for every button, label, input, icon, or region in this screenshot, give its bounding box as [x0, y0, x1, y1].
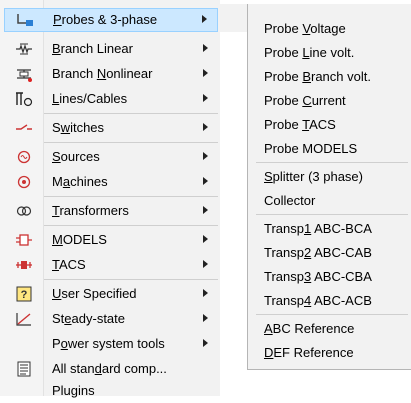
main-context-menu: Probes & 3-phase Branch Linear Branch No…: [0, 0, 220, 398]
submenu-arrow-icon: [203, 339, 208, 347]
transformer-icon: [14, 201, 34, 221]
menu-item-probes-3-phase[interactable]: Probes & 3-phase: [4, 8, 218, 32]
menu-separator: [44, 113, 218, 114]
menu-separator: [44, 225, 218, 226]
submenu-item-label: Probe Current: [264, 93, 346, 108]
submenu-arrow-icon: [202, 15, 207, 23]
svg-text:?: ?: [21, 289, 28, 301]
user-specified-icon: ?: [14, 284, 34, 304]
menu-item-all-standard-components[interactable]: All standard comp...: [0, 357, 220, 381]
submenu-arrow-icon: [203, 206, 208, 214]
menu-item-label: Power system tools: [52, 336, 165, 351]
submenu-arrow-icon: [203, 289, 208, 297]
menu-item-label: User Specified: [52, 286, 137, 301]
submenu-arrow-icon: [203, 44, 208, 52]
menu-item-label: Plugins: [52, 383, 95, 398]
submenu-item-label: Transp4 ABC-ACB: [264, 293, 372, 308]
lines-cables-icon: [14, 89, 34, 109]
submenu-item-transp3[interactable]: Transp3 ABC-CBA: [248, 265, 411, 289]
menu-separator: [44, 279, 218, 280]
submenu-arrow-icon: [203, 152, 208, 160]
submenu-item-label: Probe MODELS: [264, 141, 358, 156]
submenu-item-transp2[interactable]: Transp2 ABC-CAB: [248, 241, 411, 265]
menu-separator: [44, 142, 218, 143]
menu-item-label: MODELS: [52, 232, 107, 247]
submenu-item-label: ABC Reference: [264, 321, 355, 336]
menu-item-label: Switches: [52, 120, 105, 135]
submenu-item-transp4[interactable]: Transp4 ABC-ACB: [248, 289, 411, 313]
submenu-item-probe-line-volt[interactable]: Probe Line volt.: [248, 41, 411, 65]
all-components-icon: [14, 359, 34, 379]
menu-item-tacs[interactable]: TACS: [0, 253, 220, 277]
switch-icon: [14, 118, 34, 138]
submenu-separator: [256, 162, 408, 163]
submenu-arrow-icon: [203, 314, 208, 322]
submenu-item-probe-voltage[interactable]: Probe Voltage: [248, 17, 411, 41]
tacs-icon: [14, 255, 34, 275]
branch-linear-icon: [14, 39, 34, 59]
menu-item-transformers[interactable]: Transformers: [0, 199, 220, 223]
probes-submenu: Probe Voltage Probe Line volt. Probe Bra…: [247, 4, 411, 370]
submenu-item-label: Probe Branch volt.: [264, 69, 371, 84]
menu-item-label: Branch Nonlinear: [52, 66, 153, 81]
probe-icon: [15, 10, 35, 30]
menu-item-branch-linear[interactable]: Branch Linear: [0, 37, 220, 61]
menu-item-steady-state[interactable]: Steady-state: [0, 307, 220, 331]
submenu-arrow-icon: [203, 260, 208, 268]
submenu-item-label: Probe Line volt.: [264, 45, 355, 60]
menu-item-label: Probes & 3-phase: [53, 12, 158, 27]
menu-item-label: Sources: [52, 149, 100, 164]
submenu-item-splitter[interactable]: Splitter (3 phase): [248, 165, 411, 189]
branch-nonlinear-icon: [14, 64, 34, 84]
submenu-item-label: Transp1 ABC-BCA: [264, 221, 372, 236]
models-icon: [14, 230, 34, 250]
submenu-arrow-icon: [203, 235, 208, 243]
menu-item-machines[interactable]: Machines: [0, 170, 220, 194]
menu-item-label: Machines: [52, 174, 108, 189]
menu-item-models[interactable]: MODELS: [0, 228, 220, 252]
submenu-item-label: Splitter (3 phase): [264, 169, 363, 184]
menu-item-label: Lines/Cables: [52, 91, 128, 106]
submenu-separator: [256, 214, 408, 215]
submenu-arrow-icon: [203, 69, 208, 77]
menu-item-power-system-tools[interactable]: Power system tools: [0, 332, 220, 356]
machine-icon: [14, 172, 34, 192]
menu-item-label: Branch Linear: [52, 41, 133, 56]
submenu-item-abc-reference[interactable]: ABC Reference: [248, 317, 411, 341]
submenu-item-probe-branch-volt[interactable]: Probe Branch volt.: [248, 65, 411, 89]
menu-item-plugins[interactable]: Plugins: [0, 379, 220, 403]
submenu-item-probe-current[interactable]: Probe Current: [248, 89, 411, 113]
menu-item-label: Transformers: [52, 203, 129, 218]
submenu-item-probe-models[interactable]: Probe MODELS: [248, 137, 411, 161]
menu-item-sources[interactable]: Sources: [0, 145, 220, 169]
menu-item-label: All standard comp...: [52, 361, 167, 376]
menu-item-label: Steady-state: [52, 311, 126, 326]
submenu-item-probe-tacs[interactable]: Probe TACS: [248, 113, 411, 137]
submenu-arrow-icon: [203, 94, 208, 102]
submenu-arrow-icon: [203, 123, 208, 131]
submenu-item-def-reference[interactable]: DEF Reference: [248, 341, 411, 365]
submenu-item-label: Collector: [264, 193, 316, 208]
submenu-arrow-icon: [203, 177, 208, 185]
submenu-item-label: Probe TACS: [264, 117, 336, 132]
submenu-item-collector[interactable]: Collector: [248, 189, 411, 213]
submenu-item-label: DEF Reference: [264, 345, 354, 360]
submenu-separator: [256, 314, 408, 315]
submenu-connector: [220, 4, 247, 32]
source-icon: [14, 147, 34, 167]
submenu-item-label: Transp3 ABC-CBA: [264, 269, 372, 284]
submenu-item-label: Transp2 ABC-CAB: [264, 245, 372, 260]
menu-item-lines-cables[interactable]: Lines/Cables: [0, 87, 220, 111]
menu-item-user-specified[interactable]: ? User Specified: [0, 282, 220, 306]
menu-item-label: TACS: [52, 257, 86, 272]
submenu-item-transp1[interactable]: Transp1 ABC-BCA: [248, 217, 411, 241]
menu-item-branch-nonlinear[interactable]: Branch Nonlinear: [0, 62, 220, 86]
submenu-item-label: Probe Voltage: [264, 21, 346, 36]
menu-item-switches[interactable]: Switches: [0, 116, 220, 140]
menu-separator: [44, 196, 218, 197]
steady-state-icon: [14, 309, 34, 329]
